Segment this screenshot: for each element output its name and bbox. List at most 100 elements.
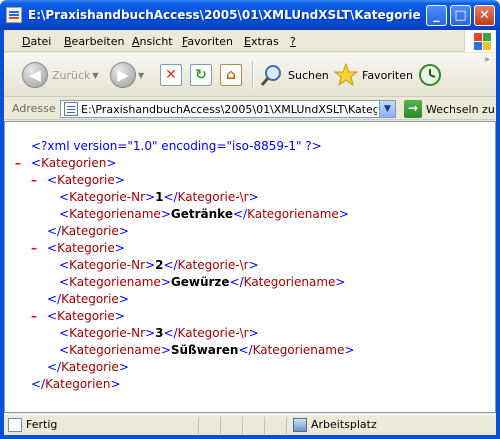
search-button[interactable]: Suchen xyxy=(260,57,329,93)
search-label: Suchen xyxy=(288,68,329,82)
address-value[interactable]: E:\PraxishandbuchAccess\2005\01\XMLUndXS… xyxy=(81,103,377,116)
minimize-button[interactable]: _ xyxy=(426,5,447,26)
close-button[interactable]: ✕ xyxy=(474,5,495,26)
address-field[interactable]: E:\PraxishandbuchAccess\2005\01\XMLUndXS… xyxy=(60,100,396,118)
name-close-tag-name: Kategoriename xyxy=(243,275,336,289)
collapse-toggle[interactable]: – xyxy=(15,155,21,172)
title-bar[interactable]: E:\PraxishandbuchAccess\2005\01\XMLUndXS… xyxy=(0,0,500,30)
toolbar-separator xyxy=(252,61,253,89)
xml-item-close: </Kategorie> xyxy=(47,224,129,238)
home-button[interactable]: ⌂ xyxy=(220,57,242,93)
root-tag-name: Kategorien xyxy=(41,156,107,170)
menu-label: nsicht xyxy=(139,35,173,48)
address-label: Adresse xyxy=(12,102,56,115)
menu-datei[interactable]: Datei xyxy=(22,35,51,48)
collapse-toggle[interactable]: – xyxy=(31,240,37,257)
item-close-tag-name: Kategorie xyxy=(61,360,119,374)
go-button[interactable]: → Wechseln zu xyxy=(404,100,495,118)
xml-item-open: – <Kategorie> xyxy=(31,172,125,189)
favorites-label: Favoriten xyxy=(362,68,413,82)
collapse-toggle[interactable]: – xyxy=(31,308,37,325)
zone-pane: Arbeitsplatz xyxy=(286,417,496,434)
search-icon xyxy=(260,65,281,86)
xml-declaration: <?xml version="1.0" encoding="iso-8859-1… xyxy=(31,139,322,153)
status-pane xyxy=(220,417,242,434)
name-tag-name: Kategoriename xyxy=(69,207,161,221)
computer-icon xyxy=(293,418,307,432)
item-tag-name: Kategorie xyxy=(57,241,115,255)
window-frame: Datei Bearbeiten Ansicht Favoriten Extra… xyxy=(4,30,496,435)
status-pane xyxy=(264,417,286,434)
xml-item-open: – <Kategorie> xyxy=(31,240,125,257)
back-button[interactable]: ◀ Zurück ▼ xyxy=(22,57,99,93)
chevron-down-icon[interactable]: ▼ xyxy=(92,71,98,80)
address-bar: Adresse E:\PraxishandbuchAccess\2005\01\… xyxy=(4,98,496,120)
back-arrow-icon: ◀ xyxy=(22,62,48,88)
menu-bar: Datei Bearbeiten Ansicht Favoriten Extra… xyxy=(4,30,496,52)
menu-extras[interactable]: Extras xyxy=(244,35,279,48)
category-name: Gewürze xyxy=(170,275,230,289)
go-label: Wechseln zu xyxy=(426,102,495,116)
windows-logo-icon xyxy=(464,30,496,52)
window-title: E:\PraxishandbuchAccess\2005\01\XMLUndXS… xyxy=(28,8,420,22)
forward-button[interactable]: ▶ ▼ xyxy=(110,57,144,93)
xml-root-open: – <Kategorien> xyxy=(15,155,117,172)
xml-document-icon xyxy=(64,102,78,116)
logo-blue xyxy=(474,42,482,50)
xml-item-close: </Kategorie> xyxy=(47,360,129,374)
xml-view: <?xml version="1.0" encoding="iso-8859-1… xyxy=(4,121,496,413)
xml-root-close: </Kategorien> xyxy=(31,377,121,391)
menu-accel: E xyxy=(244,35,251,48)
page-done-icon xyxy=(8,418,22,432)
item-close-tag-name: Kategorie xyxy=(61,224,119,238)
menu-label: avoriten xyxy=(187,35,233,48)
xml-document-icon xyxy=(6,7,22,23)
collapse-toggle[interactable]: – xyxy=(31,172,37,189)
history-icon xyxy=(419,64,441,86)
name-close-tag-name: Kategoriename xyxy=(252,343,345,357)
xml-item-open: – <Kategorie> xyxy=(31,308,125,325)
category-name: Getränke xyxy=(170,207,233,221)
menu-ansicht[interactable]: Ansicht xyxy=(132,35,173,48)
menu-bearbeiten[interactable]: Bearbeiten xyxy=(64,35,124,48)
favorites-button[interactable]: Favoriten xyxy=(334,57,413,93)
star-icon xyxy=(334,63,358,87)
xml-name-line: <Kategoriename>Gewürze</Kategoriename> xyxy=(59,275,346,289)
category-name: Süßwaren xyxy=(170,343,239,357)
chevron-down-icon[interactable]: ▼ xyxy=(138,71,144,80)
stop-icon: ✕ xyxy=(160,64,182,86)
nr-close-tag-name: Kategorie-\r xyxy=(177,190,249,204)
logo-red xyxy=(474,33,482,41)
menu-label: xtras xyxy=(250,35,279,48)
name-close-tag-name: Kategoriename xyxy=(247,207,339,221)
history-button[interactable] xyxy=(418,57,442,93)
menu-favoriten[interactable]: Favoriten xyxy=(182,35,233,48)
status-pane xyxy=(242,417,264,434)
root-close-tag-name: Kategorien xyxy=(45,377,111,391)
status-text: Fertig xyxy=(26,418,58,431)
name-tag-name: Kategoriename xyxy=(69,343,161,357)
nr-tag-name: Kategorie-Nr xyxy=(69,190,146,204)
item-tag-name: Kategorie xyxy=(57,309,115,323)
toolbar-overflow[interactable]: » xyxy=(484,55,490,65)
home-icon: ⌂ xyxy=(220,64,242,86)
item-tag-name: Kategorie xyxy=(57,173,115,187)
xml-item-close: </Kategorie> xyxy=(47,292,129,306)
chevron-down-icon[interactable]: ▼ xyxy=(379,101,395,117)
xml-nr-line: <Kategorie-Nr>1</Kategorie-\r> xyxy=(59,190,259,204)
logo-green xyxy=(483,33,491,41)
refresh-button[interactable]: ↻ xyxy=(190,57,212,93)
refresh-icon: ↻ xyxy=(190,64,212,86)
nr-tag-name: Kategorie-Nr xyxy=(69,326,146,340)
maximize-button[interactable]: □ xyxy=(450,5,471,26)
xml-name-line: <Kategoriename>Getränke</Kategoriename> xyxy=(59,207,349,221)
menu-help[interactable]: ? xyxy=(290,35,296,48)
menu-accel: A xyxy=(132,35,140,48)
stop-button[interactable]: ✕ xyxy=(160,57,182,93)
item-close-tag-name: Kategorie xyxy=(61,292,119,306)
nr-tag-name: Kategorie-Nr xyxy=(69,258,146,272)
zone-text: Arbeitsplatz xyxy=(311,418,377,431)
nr-close-tag-name: Kategorie-\r xyxy=(177,326,249,340)
menu-accel: B xyxy=(64,35,72,48)
menu-label: earbeiten xyxy=(71,35,125,48)
